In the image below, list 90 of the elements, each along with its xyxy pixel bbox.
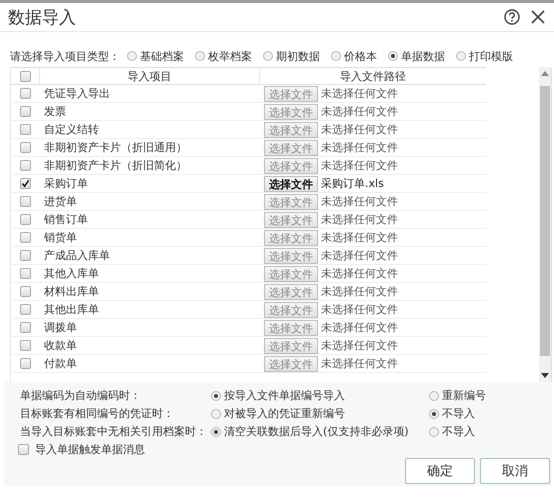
file-name: 未选择任何文件 — [321, 158, 398, 173]
file-name: 采购订单.xls — [321, 176, 384, 191]
radio-button[interactable] — [388, 51, 398, 61]
radio-button[interactable] — [429, 390, 439, 400]
scroll-down-icon[interactable] — [541, 373, 549, 379]
radio-button[interactable] — [456, 51, 466, 61]
row-checkbox[interactable] — [20, 304, 30, 315]
radio-label[interactable]: 不导入 — [442, 424, 475, 439]
item-name: 调拨单 — [43, 320, 78, 335]
radio-label[interactable]: 价格本 — [344, 48, 377, 64]
option-label: 当导入目标账套中无相关引用档案时： — [20, 424, 208, 439]
radio-label[interactable]: 枚举档案 — [208, 48, 252, 64]
window-title: 数据导入 — [8, 6, 77, 28]
row-checkbox[interactable] — [20, 214, 30, 225]
column-header: 导入文件路径 — [340, 68, 406, 84]
item-name: 收款单 — [43, 338, 78, 353]
radio-label[interactable]: 不导入 — [442, 406, 475, 421]
scroll-up-icon[interactable] — [541, 70, 549, 76]
file-name: 未选择任何文件 — [321, 212, 398, 227]
row-checkbox[interactable] — [20, 160, 30, 171]
radio-button[interactable] — [429, 426, 439, 436]
radio-label[interactable]: 期初数据 — [276, 48, 320, 64]
radio-button[interactable] — [263, 51, 273, 61]
radio-button[interactable] — [195, 51, 205, 61]
radio-button[interactable] — [211, 408, 221, 418]
radio-label[interactable]: 对被导入的凭证重新编号 — [224, 406, 345, 421]
item-name: 其他入库单 — [43, 266, 100, 281]
row-checkbox[interactable] — [20, 322, 30, 333]
radio-label[interactable]: 按导入文件单据编号导入 — [224, 388, 345, 403]
item-name: 其他出库单 — [43, 302, 100, 317]
item-name: 材料出库单 — [43, 284, 100, 299]
row-checkbox[interactable] — [20, 142, 30, 153]
file-name: 未选择任何文件 — [321, 140, 398, 155]
file-name: 未选择任何文件 — [321, 86, 398, 101]
column-header: 导入项目 — [128, 68, 172, 84]
file-name: 未选择任何文件 — [321, 122, 398, 137]
row-checkbox[interactable] — [20, 268, 30, 279]
item-name: 非期初资产卡片（折旧简化） — [43, 158, 188, 173]
item-name: 采购订单 — [43, 176, 89, 191]
radio-button[interactable] — [127, 51, 137, 61]
row-checkbox[interactable] — [20, 178, 30, 189]
radio-button[interactable] — [331, 51, 341, 61]
radio-label[interactable]: 基础档案 — [140, 48, 184, 64]
scrollbar[interactable] — [539, 67, 551, 382]
file-name: 未选择任何文件 — [321, 104, 398, 119]
option-label: 单据编码为自动编码时： — [20, 388, 142, 403]
item-name: 自定义结转 — [43, 122, 100, 137]
item-name: 发票 — [43, 104, 67, 119]
checkbox-label[interactable]: 导入单据触发单据消息 — [35, 442, 145, 456]
row-checkbox[interactable] — [20, 250, 30, 261]
select-all-checkbox[interactable] — [20, 70, 30, 82]
file-name: 未选择任何文件 — [321, 356, 398, 371]
file-name: 未选择任何文件 — [321, 338, 398, 353]
item-name: 销售订单 — [43, 212, 89, 227]
file-name: 未选择任何文件 — [321, 266, 398, 281]
item-name: 付款单 — [43, 356, 78, 371]
row-checkbox[interactable] — [20, 196, 30, 207]
file-name: 未选择任何文件 — [321, 302, 398, 317]
help-icon[interactable] — [504, 9, 520, 25]
row-checkbox[interactable] — [20, 232, 30, 243]
choose-file-button[interactable]: 选择文件 — [264, 176, 318, 192]
item-name: 销货单 — [43, 230, 78, 245]
file-name: 未选择任何文件 — [321, 284, 398, 299]
notify-checkbox[interactable] — [18, 444, 29, 454]
item-name: 产成品入库单 — [43, 248, 111, 263]
radio-label[interactable]: 单据数据 — [401, 48, 445, 64]
option-label: 目标账套有相同编号的凭证时： — [20, 406, 175, 421]
row-checkbox[interactable] — [20, 286, 30, 297]
row-checkbox[interactable] — [20, 88, 30, 99]
row-checkbox[interactable] — [20, 340, 30, 351]
item-name: 进货单 — [43, 194, 78, 209]
type-label: 请选择导入项目类型： — [10, 48, 120, 64]
radio-button[interactable] — [429, 408, 439, 418]
cancel-button[interactable]: 取消 — [480, 458, 550, 484]
file-name: 未选择任何文件 — [321, 194, 398, 209]
row-checkbox[interactable] — [20, 124, 30, 135]
radio-label[interactable]: 清空关联数据后导入(仅支持非必录项) — [224, 424, 409, 439]
item-name: 非期初资产卡片（折旧通用） — [43, 140, 188, 155]
file-name: 未选择任何文件 — [321, 320, 398, 335]
file-name: 未选择任何文件 — [321, 248, 398, 263]
file-name: 未选择任何文件 — [321, 230, 398, 245]
radio-button[interactable] — [211, 426, 221, 436]
row-checkbox[interactable] — [20, 106, 30, 117]
radio-button[interactable] — [211, 390, 221, 400]
ok-button[interactable]: 确定 — [405, 458, 475, 484]
close-icon[interactable] — [530, 9, 546, 25]
radio-label[interactable]: 打印模版 — [469, 48, 513, 64]
row-checkbox[interactable] — [20, 358, 30, 369]
radio-label[interactable]: 重新编号 — [442, 388, 486, 403]
item-name: 凭证导入导出 — [43, 86, 111, 101]
